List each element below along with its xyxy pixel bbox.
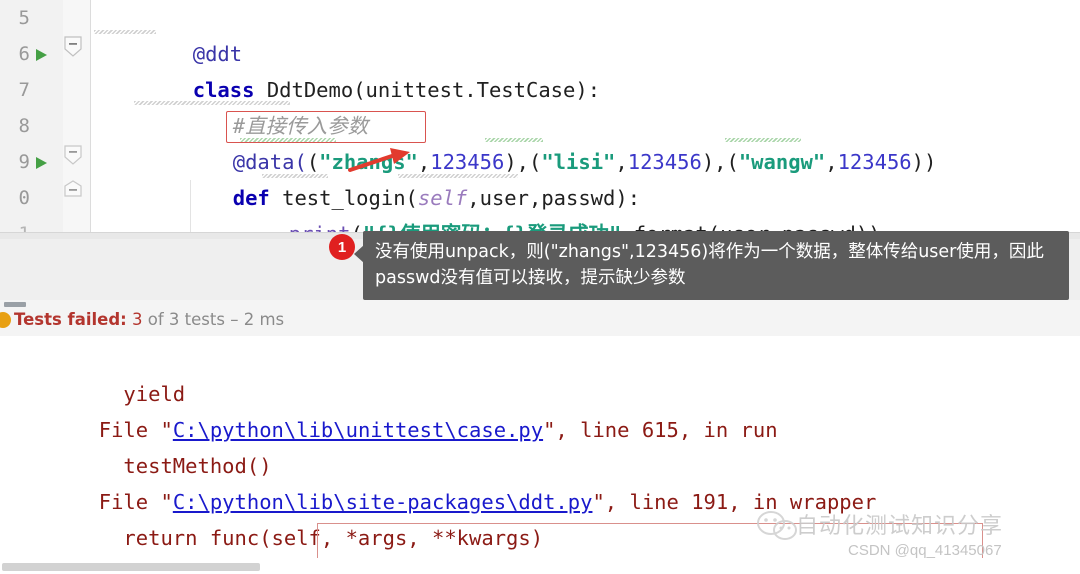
spellcheck-squiggle	[134, 101, 290, 105]
fold-minus-icon	[64, 145, 82, 165]
code-editor[interactable]: 5 @ddt 6 class DdtDemo(unittest.TestCase…	[0, 0, 1080, 232]
indent-guide	[190, 180, 191, 232]
line-number: 6	[18, 43, 30, 65]
tests-duration: 2 ms	[243, 310, 285, 329]
play-icon	[36, 49, 47, 61]
line-number: 7	[18, 79, 30, 101]
line-number: 8	[18, 115, 30, 137]
scrollbar-thumb[interactable]	[2, 563, 260, 571]
run-console[interactable]: yield File "C:\python\lib\unittest\case.…	[0, 336, 1080, 558]
editor-line: 0 print("{}使用密码：{}登录成功".format(user,pass…	[0, 180, 1080, 232]
fold-minus-icon	[64, 36, 82, 57]
spellcheck-squiggle	[94, 30, 156, 34]
fold-toggle[interactable]	[64, 144, 88, 180]
annotation-callout: 没有使用unpack，则("zhangs",123456)将作为一个数据，整体传…	[354, 231, 1069, 300]
run-line-arrow[interactable]	[30, 36, 52, 72]
console-line: File "C:\python\lib\site-packages\ddt.py…	[0, 448, 1080, 514]
editor-line: 9 def test_login(self,user,passwd):	[0, 144, 1080, 210]
ide-screenshot: 5 @ddt 6 class DdtDemo(unittest.TestCase…	[0, 0, 1080, 574]
line-number: 9	[18, 151, 30, 173]
editor-line: 1	[0, 216, 1080, 232]
annotation-box-tuple	[226, 111, 426, 143]
spellcheck-squiggle	[725, 138, 801, 142]
fold-toggle[interactable]	[64, 180, 88, 216]
editor-line: 6 class DdtDemo(unittest.TestCase):	[0, 36, 1080, 102]
test-status-text: Tests failed: 3 of 3 tests – 2 ms	[14, 310, 284, 330]
console-line: yield	[0, 340, 1080, 406]
spellcheck-squiggle	[485, 138, 543, 142]
console-line: testMethod()	[0, 412, 1080, 478]
console-line: return func(self, *args, **kwargs)	[0, 484, 1080, 550]
spellcheck-squiggle	[262, 174, 328, 178]
tests-total-label: of 3 tests	[147, 310, 225, 329]
line-number: 1	[0, 216, 30, 232]
test-status-bar: Tests failed: 3 of 3 tests – 2 ms	[0, 300, 1080, 337]
callout-pointer	[354, 245, 364, 263]
fold-minus-icon	[64, 180, 82, 197]
annotation-box-typeerror	[317, 523, 983, 558]
play-icon	[36, 157, 47, 169]
console-line: File "C:\python\lib\unittest\case.py", l…	[0, 376, 1080, 442]
tests-failed-label: Tests failed:	[14, 310, 127, 329]
line-number: 0	[18, 187, 30, 209]
fold-toggle[interactable]	[64, 36, 88, 72]
line-number: 5	[18, 7, 30, 29]
tests-failed-count: 3	[132, 310, 143, 329]
annotation-badge-1: 1	[329, 234, 355, 260]
callout-text: 没有使用unpack，则("zhangs",123456)将作为一个数据，整体传…	[375, 242, 1044, 288]
spellcheck-squiggle	[398, 174, 518, 178]
annotation-arrow-self	[348, 148, 410, 172]
panel-tab-handle[interactable]	[4, 302, 26, 307]
editor-line: 5 @ddt	[0, 0, 1080, 66]
test-failed-icon	[0, 312, 11, 328]
run-line-arrow[interactable]	[30, 144, 52, 180]
horizontal-scrollbar[interactable]	[0, 560, 1080, 574]
